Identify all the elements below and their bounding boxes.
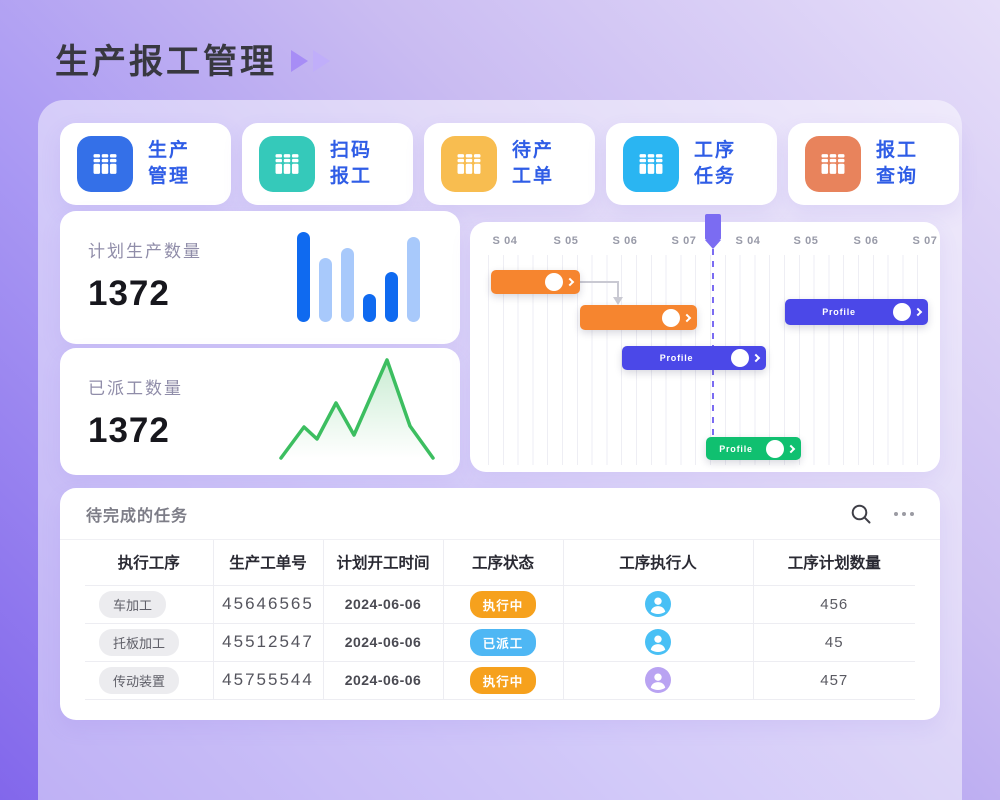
ledger-icon <box>259 136 315 192</box>
tab-label: 报工 <box>876 140 918 161</box>
col-header-order-no: 生产工单号 <box>213 540 323 585</box>
drag-handle-icon[interactable] <box>731 349 749 367</box>
status-badge: 执行中 <box>470 667 537 694</box>
start-date: 2024-06-06 <box>323 623 443 661</box>
executor-avatar <box>645 629 671 655</box>
timeline-tick: S 04 <box>735 235 760 247</box>
tab-label: 报工 <box>330 166 372 187</box>
process-pill: 托板加工 <box>99 629 179 656</box>
page-header: 生产报工管理 <box>55 34 330 83</box>
executor-avatar <box>645 591 671 617</box>
tab-label: 扫码 <box>330 140 372 161</box>
tab-label: 工序 <box>694 140 736 161</box>
chevron-right-icon[interactable] <box>566 278 574 286</box>
tab-pending-orders[interactable]: 待产工单 <box>424 123 595 205</box>
ledger-icon <box>441 136 497 192</box>
timeline-tick: S 07 <box>912 235 937 247</box>
planned-quantity: 457 <box>753 661 915 699</box>
tab-process-tasks[interactable]: 工序任务 <box>606 123 777 205</box>
ledger-icon <box>805 136 861 192</box>
timeline-tick: S 07 <box>671 235 696 247</box>
ledger-icon <box>77 136 133 192</box>
col-header-status: 工序状态 <box>443 540 563 585</box>
stat-card-dispatched-quantity: 已派工数量 1372 <box>60 348 460 475</box>
pending-tasks-table: 执行工序 生产工单号 计划开工时间 工序状态 工序执行人 工序计划数量 车加工 … <box>85 540 915 700</box>
gantt-task-bar[interactable]: Profile <box>785 299 928 325</box>
arrow-right-icon <box>291 50 308 72</box>
gantt-bar-label: Profile <box>706 444 766 454</box>
tab-label: 生产 <box>148 140 190 161</box>
task-card-header: 待完成的任务 <box>60 488 940 540</box>
status-badge: 执行中 <box>470 591 537 618</box>
timeline-tick: S 06 <box>853 235 878 247</box>
start-date: 2024-06-06 <box>323 661 443 699</box>
bar <box>341 248 354 322</box>
pending-tasks-card: 待完成的任务 执行工序 生产工单号 计划开工时间 工序状态 工序执行人 工序计划… <box>60 488 940 720</box>
col-header-process: 执行工序 <box>85 540 213 585</box>
col-header-start-time: 计划开工时间 <box>323 540 443 585</box>
tab-report-query[interactable]: 报工查询 <box>788 123 959 205</box>
bar <box>385 272 398 322</box>
task-card-title: 待完成的任务 <box>86 502 188 526</box>
stat-card-planned-quantity: 计划生产数量 1372 <box>60 211 460 344</box>
col-header-planned-qty: 工序计划数量 <box>753 540 915 585</box>
bar <box>407 237 420 322</box>
tab-bar: 生产管理 扫码报工 待产工单 工序任务 报工查询 <box>60 123 959 205</box>
order-number: 45755544 <box>213 661 323 699</box>
bar <box>297 232 310 322</box>
tab-label: 查询 <box>876 166 918 187</box>
table-row: 车加工 45646565 2024-06-06 执行中 456 <box>85 585 915 623</box>
tab-label: 任务 <box>694 166 736 187</box>
table-header-row: 执行工序 生产工单号 计划开工时间 工序状态 工序执行人 工序计划数量 <box>85 540 915 585</box>
more-options-icon[interactable] <box>894 512 914 516</box>
page-title: 生产报工管理 <box>55 34 277 83</box>
mini-bar-chart <box>297 230 420 322</box>
search-icon[interactable] <box>850 503 872 525</box>
gantt-task-bar[interactable] <box>491 270 580 294</box>
drag-handle-icon[interactable] <box>766 440 784 458</box>
timeline-tick: S 04 <box>492 235 517 247</box>
drag-handle-icon[interactable] <box>545 273 563 291</box>
order-number: 45646565 <box>213 585 323 623</box>
bar <box>363 294 376 322</box>
executor-avatar <box>645 667 671 693</box>
order-number: 45512547 <box>213 623 323 661</box>
timeline-tick: S 05 <box>793 235 818 247</box>
ledger-icon <box>623 136 679 192</box>
drag-handle-icon[interactable] <box>662 309 680 327</box>
process-pill: 传动装置 <box>99 667 179 694</box>
gantt-task-bar[interactable]: Profile <box>622 346 766 370</box>
tab-label: 管理 <box>148 166 190 187</box>
mini-line-chart <box>276 353 438 465</box>
tab-production-management[interactable]: 生产管理 <box>60 123 231 205</box>
col-header-executor: 工序执行人 <box>563 540 753 585</box>
arrow-right-icon <box>313 50 330 72</box>
process-pill: 车加工 <box>99 591 166 618</box>
gantt-task-bar[interactable]: Profile <box>706 437 801 460</box>
gantt-chart: S 04 S 05 S 06 S 07 S 04 S 05 S 06 S 07 … <box>470 222 940 472</box>
bar <box>319 258 332 322</box>
timeline-tick: S 06 <box>612 235 637 247</box>
time-marker-pin[interactable] <box>705 214 721 240</box>
chevron-right-icon[interactable] <box>787 444 795 452</box>
gantt-task-bar[interactable] <box>580 305 697 330</box>
tab-label: 待产 <box>512 140 554 161</box>
gantt-bar-label: Profile <box>622 353 731 363</box>
timeline-tick: S 05 <box>553 235 578 247</box>
chevron-right-icon[interactable] <box>683 313 691 321</box>
chevron-right-icon[interactable] <box>914 308 922 316</box>
chevron-right-icon[interactable] <box>752 354 760 362</box>
tab-label: 工单 <box>512 166 554 187</box>
start-date: 2024-06-06 <box>323 585 443 623</box>
table-row: 传动装置 45755544 2024-06-06 执行中 457 <box>85 661 915 699</box>
planned-quantity: 456 <box>753 585 915 623</box>
planned-quantity: 45 <box>753 623 915 661</box>
gantt-bar-label: Profile <box>785 307 893 317</box>
tab-scan-report[interactable]: 扫码报工 <box>242 123 413 205</box>
drag-handle-icon[interactable] <box>893 303 911 321</box>
dependency-arrow-icon <box>576 278 626 308</box>
title-arrows-icon <box>291 50 330 72</box>
status-badge: 已派工 <box>470 629 537 656</box>
table-row: 托板加工 45512547 2024-06-06 已派工 45 <box>85 623 915 661</box>
